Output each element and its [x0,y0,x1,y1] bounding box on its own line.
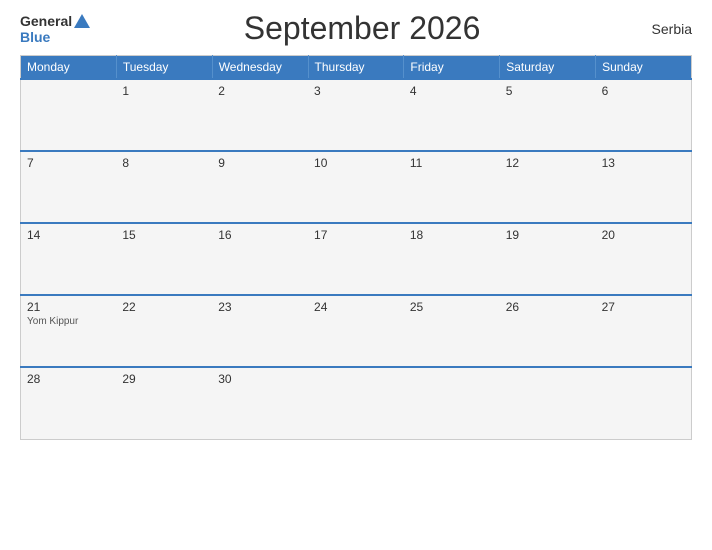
logo: General Blue [20,13,92,45]
table-row [308,367,404,439]
calendar-week-row: 123456 [21,79,692,151]
day-number: 25 [410,300,494,314]
table-row: 9 [212,151,308,223]
table-row: 28 [21,367,117,439]
table-row: 1 [116,79,212,151]
day-number: 21 [27,300,110,314]
table-row [404,367,500,439]
logo-general-text: General [20,13,72,29]
day-number: 20 [602,228,685,242]
day-number: 10 [314,156,398,170]
table-row: 29 [116,367,212,439]
day-number: 30 [218,372,302,386]
table-row: 16 [212,223,308,295]
day-number: 1 [122,84,206,98]
day-number: 26 [506,300,590,314]
day-number: 16 [218,228,302,242]
table-row: 17 [308,223,404,295]
table-row [21,79,117,151]
table-row: 12 [500,151,596,223]
table-row [596,367,692,439]
calendar-header: General Blue September 2026 Serbia [20,10,692,47]
calendar-week-row: 789 10 11 12 13 [21,151,692,223]
table-row: 10 [308,151,404,223]
country-name: Serbia [632,21,692,37]
table-row: 13 [596,151,692,223]
calendar-table: Monday Tuesday Wednesday Thursday Friday… [20,55,692,440]
day-number: 14 [27,228,110,242]
table-row: 19 [500,223,596,295]
header-monday: Monday [21,56,117,80]
day-event: Yom Kippur [27,316,110,327]
header-saturday: Saturday [500,56,596,80]
header-tuesday: Tuesday [116,56,212,80]
day-number: 29 [122,372,206,386]
table-row: 5 [500,79,596,151]
table-row: 14 [21,223,117,295]
calendar-week-row: 28 29 30 [21,367,692,439]
table-row: 15 [116,223,212,295]
table-row: 21 Yom Kippur [21,295,117,367]
table-row: 23 [212,295,308,367]
header-thursday: Thursday [308,56,404,80]
table-row: 3 [308,79,404,151]
day-number: 6 [602,84,685,98]
table-row: 22 [116,295,212,367]
table-row: 27 [596,295,692,367]
logo-blue-text: Blue [20,29,50,45]
day-number: 18 [410,228,494,242]
day-number: 12 [506,156,590,170]
day-number: 3 [314,84,398,98]
day-number: 4 [410,84,494,98]
table-row: 7 [21,151,117,223]
table-row: 26 [500,295,596,367]
day-number: 15 [122,228,206,242]
day-number: 8 [122,156,206,170]
day-number: 24 [314,300,398,314]
header-sunday: Sunday [596,56,692,80]
day-number: 11 [410,156,494,170]
table-row: 20 [596,223,692,295]
day-number: 23 [218,300,302,314]
table-row: 24 [308,295,404,367]
day-number: 9 [218,156,302,170]
day-number: 19 [506,228,590,242]
table-row: 2 [212,79,308,151]
calendar-header-row: Monday Tuesday Wednesday Thursday Friday… [21,56,692,80]
day-number: 28 [27,372,110,386]
day-number: 13 [602,156,685,170]
calendar-week-row: 21 Yom Kippur 22 23 24 25 26 27 [21,295,692,367]
header-wednesday: Wednesday [212,56,308,80]
logo-triangle-icon [74,14,90,28]
table-row: 18 [404,223,500,295]
day-number: 2 [218,84,302,98]
table-row: 30 [212,367,308,439]
table-row [500,367,596,439]
day-number: 7 [27,156,110,170]
day-number: 22 [122,300,206,314]
table-row: 8 [116,151,212,223]
calendar-week-row: 14 15 16 17 18 19 20 [21,223,692,295]
day-number: 27 [602,300,685,314]
table-row: 6 [596,79,692,151]
day-number: 5 [506,84,590,98]
table-row: 11 [404,151,500,223]
table-row: 25 [404,295,500,367]
day-number: 17 [314,228,398,242]
table-row: 4 [404,79,500,151]
header-friday: Friday [404,56,500,80]
calendar-title: September 2026 [92,10,632,47]
